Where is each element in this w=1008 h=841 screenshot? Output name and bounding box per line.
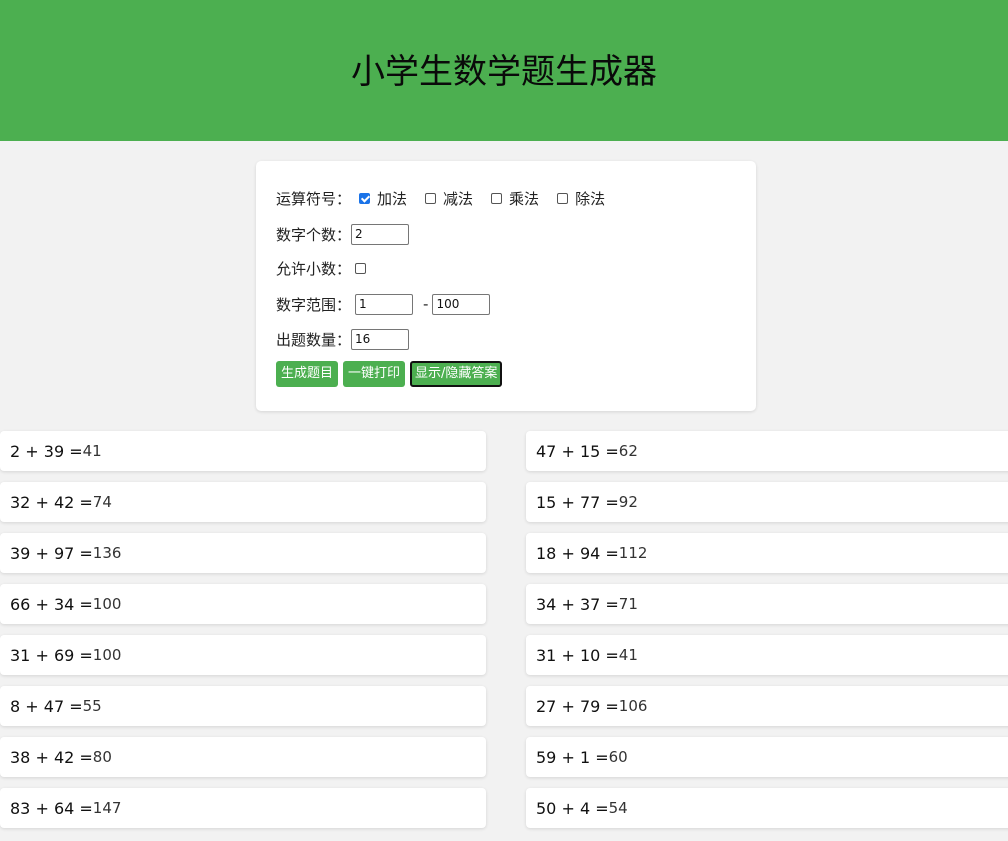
- range-min-input[interactable]: 1: [355, 294, 413, 315]
- operator-row: 运算符号： 加法 减法 乘法 除法: [276, 186, 623, 210]
- problem-card: 47 + 15 =62: [526, 431, 1008, 471]
- quantity-label: 出题数量：: [276, 329, 351, 350]
- problem-question: 39 + 97 =: [10, 544, 93, 563]
- problem-card: 32 + 42 =74: [0, 482, 486, 522]
- operator-divide[interactable]: 除法: [557, 188, 605, 209]
- problem-card: 39 + 97 =136: [0, 533, 486, 573]
- problem-card: 66 + 34 =100: [0, 584, 486, 624]
- problem-card: 31 + 69 =100: [0, 635, 486, 675]
- problem-card: 18 + 94 =112: [526, 533, 1008, 573]
- problem-answer: 55: [83, 697, 102, 715]
- problem-answer: 92: [619, 493, 638, 511]
- problem-answer: 41: [83, 442, 102, 460]
- problem-card: 50 + 4 =54: [526, 788, 1008, 828]
- problem-answer: 136: [93, 544, 122, 562]
- problem-question: 66 + 34 =: [10, 595, 93, 614]
- operator-multiply[interactable]: 乘法: [491, 188, 539, 209]
- problem-question: 50 + 4 =: [536, 799, 609, 818]
- problem-question: 31 + 10 =: [536, 646, 619, 665]
- range-label: 数字范围：: [276, 294, 351, 315]
- problem-answer: 100: [93, 646, 122, 664]
- operator-subtract[interactable]: 减法: [425, 188, 473, 209]
- problem-card: 2 + 39 =41: [0, 431, 486, 471]
- range-separator: -: [423, 295, 428, 313]
- operator-subtract-label: 减法: [443, 188, 473, 209]
- decimal-checkbox[interactable]: [355, 263, 366, 274]
- problem-answer: 147: [93, 799, 122, 817]
- count-label: 数字个数：: [276, 224, 351, 245]
- problem-card: 34 + 37 =71: [526, 584, 1008, 624]
- generate-button[interactable]: 生成题目: [276, 361, 338, 387]
- operator-add-label: 加法: [377, 188, 407, 209]
- problem-question: 27 + 79 =: [536, 697, 619, 716]
- problem-card: 83 + 64 =147: [0, 788, 486, 828]
- problem-answer: 80: [93, 748, 112, 766]
- problem-answer: 100: [93, 595, 122, 613]
- problem-question: 2 + 39 =: [10, 442, 83, 461]
- problem-card: 31 + 10 =41: [526, 635, 1008, 675]
- operator-multiply-label: 乘法: [509, 188, 539, 209]
- range-row: 数字范围： 1 - 100: [276, 292, 490, 316]
- operator-subtract-checkbox[interactable]: [425, 193, 436, 204]
- decimal-row: 允许小数：: [276, 256, 366, 280]
- app-header: 小学生数学题生成器: [0, 0, 1008, 141]
- operator-multiply-checkbox[interactable]: [491, 193, 502, 204]
- problem-question: 83 + 64 =: [10, 799, 93, 818]
- problem-answer: 41: [619, 646, 638, 664]
- problem-card: 59 + 1 =60: [526, 737, 1008, 777]
- problem-question: 18 + 94 =: [536, 544, 619, 563]
- problem-answer: 54: [609, 799, 628, 817]
- problem-card: 8 + 47 =55: [0, 686, 486, 726]
- operator-divide-checkbox[interactable]: [557, 193, 568, 204]
- quantity-input[interactable]: 16: [351, 329, 409, 350]
- problem-card: 38 + 42 =80: [0, 737, 486, 777]
- problem-answer: 106: [619, 697, 648, 715]
- decimal-label: 允许小数：: [276, 258, 351, 279]
- count-row: 数字个数： 2: [276, 222, 409, 246]
- problem-answer: 74: [93, 493, 112, 511]
- problem-answer: 60: [609, 748, 628, 766]
- problem-answer: 71: [619, 595, 638, 613]
- operator-label: 运算符号：: [276, 188, 351, 209]
- problem-question: 8 + 47 =: [10, 697, 83, 716]
- operator-divide-label: 除法: [575, 188, 605, 209]
- problem-question: 34 + 37 =: [536, 595, 619, 614]
- settings-panel: 运算符号： 加法 减法 乘法 除法 数字个数： 2 允许小数： 数字范围：: [256, 161, 756, 411]
- problem-question: 38 + 42 =: [10, 748, 93, 767]
- quantity-row: 出题数量： 16: [276, 327, 409, 351]
- problem-question: 59 + 1 =: [536, 748, 609, 767]
- problem-card: 27 + 79 =106: [526, 686, 1008, 726]
- range-max-input[interactable]: 100: [432, 294, 490, 315]
- problem-question: 31 + 69 =: [10, 646, 93, 665]
- problem-question: 47 + 15 =: [536, 442, 619, 461]
- problem-answer: 62: [619, 442, 638, 460]
- toggle-answer-button[interactable]: 显示/隐藏答案: [410, 361, 502, 387]
- problem-card: 15 + 77 =92: [526, 482, 1008, 522]
- print-button[interactable]: 一键打印: [343, 361, 405, 387]
- problem-answer: 112: [619, 544, 648, 562]
- page-title: 小学生数学题生成器: [0, 44, 1008, 93]
- problem-question: 32 + 42 =: [10, 493, 93, 512]
- problem-question: 15 + 77 =: [536, 493, 619, 512]
- operator-add[interactable]: 加法: [359, 188, 407, 209]
- button-row: 生成题目 一键打印 显示/隐藏答案: [276, 360, 507, 387]
- operator-add-checkbox[interactable]: [359, 193, 370, 204]
- count-input[interactable]: 2: [351, 224, 409, 245]
